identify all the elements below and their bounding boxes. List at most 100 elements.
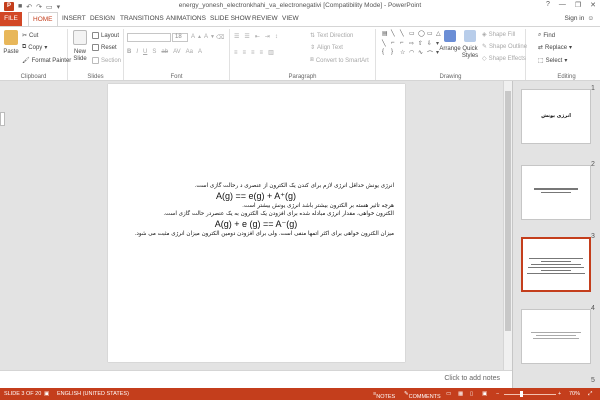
convert-smartart-button[interactable]: ⧈ Convert to SmartArt (310, 57, 369, 64)
scrollbar-thumb[interactable] (505, 91, 511, 331)
find-button[interactable]: ⌕ Find (538, 32, 555, 39)
comments-button[interactable]: ✎ COMMENTS (404, 391, 441, 400)
line-shape-icon[interactable]: ╲ (382, 40, 390, 49)
align-left-icon[interactable]: ≡ (234, 50, 238, 56)
tab-insert[interactable]: INSERT (58, 12, 90, 26)
cut-button[interactable]: ✂ Cut (22, 32, 38, 40)
justify-icon[interactable]: ≡ (260, 50, 264, 56)
connector-shape-icon[interactable]: ⌐ (391, 40, 399, 49)
align-right-icon[interactable]: ≡ (251, 50, 255, 56)
columns-icon[interactable]: ▥ (268, 49, 274, 56)
tab-file[interactable]: FILE (0, 12, 22, 26)
shape-fill-button[interactable]: ◈ Shape Fill (482, 31, 515, 39)
notes-pane[interactable]: Click to add notes (0, 370, 512, 388)
tab-transitions[interactable]: TRANSITIONS (116, 12, 168, 26)
slide-thumbnail-4[interactable] (521, 309, 591, 364)
font-name-box[interactable] (127, 33, 171, 42)
brace-shape-icon[interactable]: { (382, 49, 390, 60)
notes-button[interactable]: ≡ NOTES (373, 391, 395, 400)
curve-shape-icon[interactable]: ∿ (418, 49, 426, 60)
reading-view-icon[interactable]: ▯ (470, 391, 473, 397)
textbox-shape-icon[interactable]: ▤ (382, 30, 390, 39)
slide-thumbnail-1[interactable]: انرژی یونش (521, 89, 591, 144)
restore-button[interactable]: ❐ (575, 1, 581, 9)
underline-button[interactable]: U (143, 49, 147, 55)
smiley-icon: ☺ (587, 15, 594, 22)
change-case-button[interactable]: Aa (186, 49, 193, 55)
normal-view-icon[interactable]: ▭ (446, 391, 451, 397)
decrease-indent-icon[interactable]: ⇤ (255, 33, 260, 40)
arrow-shape-icon[interactable]: ⇨ (409, 40, 417, 49)
numbering-icon[interactable]: ☰ (244, 33, 249, 40)
align-text-button[interactable]: ⇕ Align Text (310, 44, 343, 52)
new-slide-button[interactable]: New Slide (71, 30, 89, 63)
language-indicator[interactable]: ENGLISH (UNITED STATES) (57, 391, 129, 397)
shape-effects-button[interactable]: ◇ Shape Effects (482, 55, 526, 63)
notes-placeholder[interactable]: Click to add notes (444, 375, 500, 382)
spacing-button[interactable]: AV (173, 49, 181, 55)
close-button[interactable]: ✕ (590, 1, 596, 9)
minimize-button[interactable]: — (559, 1, 566, 9)
line-shape-icon[interactable]: ╲ (400, 30, 408, 39)
tab-home[interactable]: HOME (28, 12, 58, 26)
shadow-button[interactable]: S (152, 49, 156, 55)
thumbnail-pane-toggle[interactable] (0, 112, 5, 126)
line-spacing-icon[interactable]: ↕ (275, 34, 278, 40)
zoom-level[interactable]: 70% (569, 391, 580, 397)
tab-review[interactable]: REVIEW (248, 12, 282, 26)
strikethrough-button[interactable]: ab (161, 49, 168, 55)
tab-design[interactable]: DESIGN (86, 12, 119, 26)
zoom-slider-handle[interactable] (520, 391, 523, 397)
increase-indent-icon[interactable]: ⇥ (265, 33, 270, 40)
rectangle-shape-icon[interactable]: ▭ (409, 30, 417, 39)
slide[interactable]: انرژی یونش حداقل انرژی لازم برای کندن یک… (108, 84, 405, 362)
zoom-out-button[interactable]: − (496, 391, 499, 397)
star-shape-icon[interactable]: ☆ (400, 49, 408, 60)
curve-shape-icon[interactable]: ⌒ (427, 49, 435, 60)
sign-in[interactable]: Sign in ☺ (564, 15, 594, 22)
arrow-shape-icon[interactable]: ⇩ (427, 40, 435, 49)
zoom-slider[interactable] (504, 394, 556, 395)
fit-to-window-icon[interactable]: ⤢ (588, 391, 592, 398)
oval-shape-icon[interactable]: ◯ (418, 30, 426, 39)
connector-shape-icon[interactable]: ⌐ (400, 40, 408, 49)
section-button[interactable]: Section (92, 57, 121, 64)
proofing-icon[interactable]: ▣ (44, 391, 49, 397)
help-button[interactable]: ? (546, 1, 550, 9)
callout-shape-icon[interactable]: ◠ (409, 49, 417, 60)
line-shape-icon[interactable]: ╲ (391, 30, 399, 39)
font-size-box[interactable]: 18 (172, 33, 188, 42)
shrink-font-button[interactable]: A ▼ (204, 34, 215, 40)
brace-shape-icon[interactable]: } (391, 49, 399, 60)
slide-sorter-icon[interactable]: ▦ (458, 391, 463, 397)
rectangle-shape-icon[interactable]: ▭ (427, 30, 435, 39)
align-center-icon[interactable]: ≡ (243, 50, 247, 56)
text-direction-button[interactable]: ⇅ Text Direction (310, 32, 353, 40)
bold-button[interactable]: B (127, 49, 131, 55)
replace-button[interactable]: ⇄ Replace ▾ (538, 44, 572, 52)
arrange-button[interactable]: Arrange (439, 30, 461, 52)
shapes-gallery[interactable]: ▤ ╲ ╲ ▭ ◯ ▭ △ ╲ ⌐ ⌐ ⇨ ⇧ ⇩ ▾ { } ☆ ◠ ∿ ⌒ … (382, 30, 441, 60)
shape-outline-button[interactable]: ✎ Shape Outline (482, 43, 527, 51)
tab-view[interactable]: VIEW (278, 12, 303, 26)
slide-content[interactable]: انرژی یونش حداقل انرژی لازم برای کندن یک… (118, 182, 394, 238)
slide-thumbnail-3[interactable] (521, 237, 591, 292)
grow-font-button[interactable]: A ▲ (191, 34, 202, 40)
tab-animations[interactable]: ANIMATIONS (162, 12, 210, 26)
layout-button[interactable]: Layout (92, 32, 119, 39)
italic-button[interactable]: I (136, 49, 138, 55)
select-button[interactable]: ⬚ Select ▾ (538, 57, 567, 65)
zoom-in-button[interactable]: + (558, 391, 561, 397)
arrow-shape-icon[interactable]: ⇧ (418, 40, 426, 49)
quick-styles-button[interactable]: Quick Styles (461, 30, 479, 60)
slideshow-view-icon[interactable]: ▣ (482, 391, 487, 397)
paste-button[interactable]: Paste (3, 30, 19, 55)
bullets-icon[interactable]: ☰ (234, 33, 239, 40)
format-painter-button[interactable]: 🖌 Format Painter (22, 57, 71, 65)
copy-button[interactable]: ⧉ Copy ▾ (22, 44, 47, 51)
reset-button[interactable]: Reset (92, 44, 117, 51)
vertical-scrollbar[interactable] (503, 81, 512, 370)
clear-formatting-icon[interactable]: ⌫ (216, 34, 224, 41)
font-color-button[interactable]: A (198, 49, 202, 55)
slide-thumbnail-2[interactable] (521, 165, 591, 220)
